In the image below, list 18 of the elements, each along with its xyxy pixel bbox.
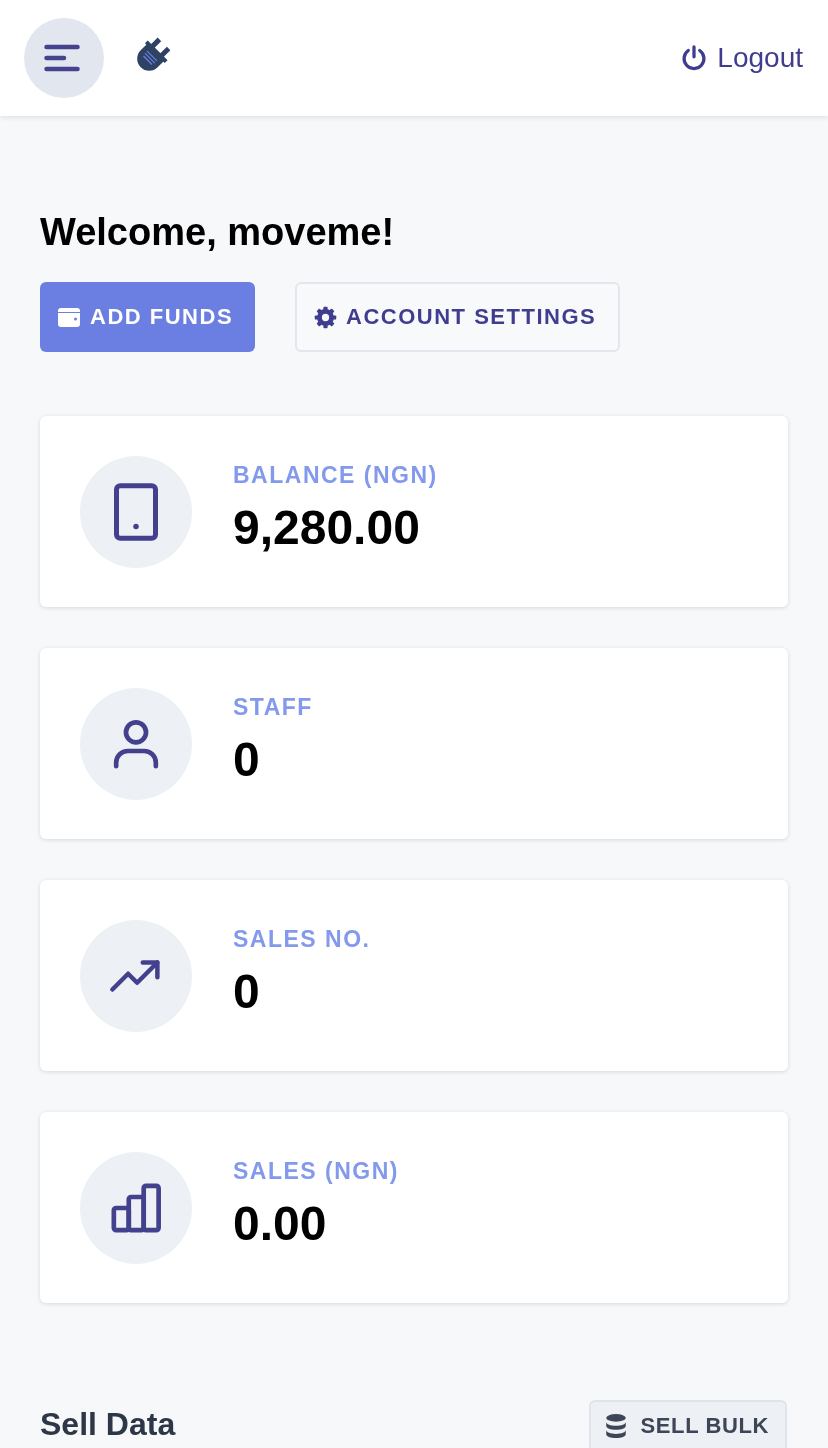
database-icon [604, 1413, 627, 1439]
stat-value: 0 [233, 732, 261, 787]
stat-label: BALANCE (NGN) [233, 460, 438, 489]
stat-label: SALES NO. [233, 924, 371, 953]
sell-bulk-button[interactable]: SELL BULK [588, 1400, 787, 1448]
section-heading: Sell Data [40, 1405, 176, 1444]
menu-icon [44, 44, 80, 72]
logout-link[interactable]: Logout [680, 41, 803, 75]
stat-value: 0 [233, 964, 261, 1019]
stat-value: 0.00 [233, 1196, 328, 1251]
stat-value: 9,280.00 [233, 500, 421, 555]
wallet-icon [57, 306, 81, 328]
account-settings-button[interactable]: ACCOUNT SETTINGS [295, 282, 621, 352]
stat-label: SALES (NGN) [233, 1156, 399, 1185]
welcome-heading: Welcome, moveme! [40, 210, 396, 255]
gear-icon [314, 305, 338, 329]
stat-label: STAFF [233, 692, 313, 721]
add-funds-button[interactable]: ADD FUNDS [40, 282, 256, 352]
